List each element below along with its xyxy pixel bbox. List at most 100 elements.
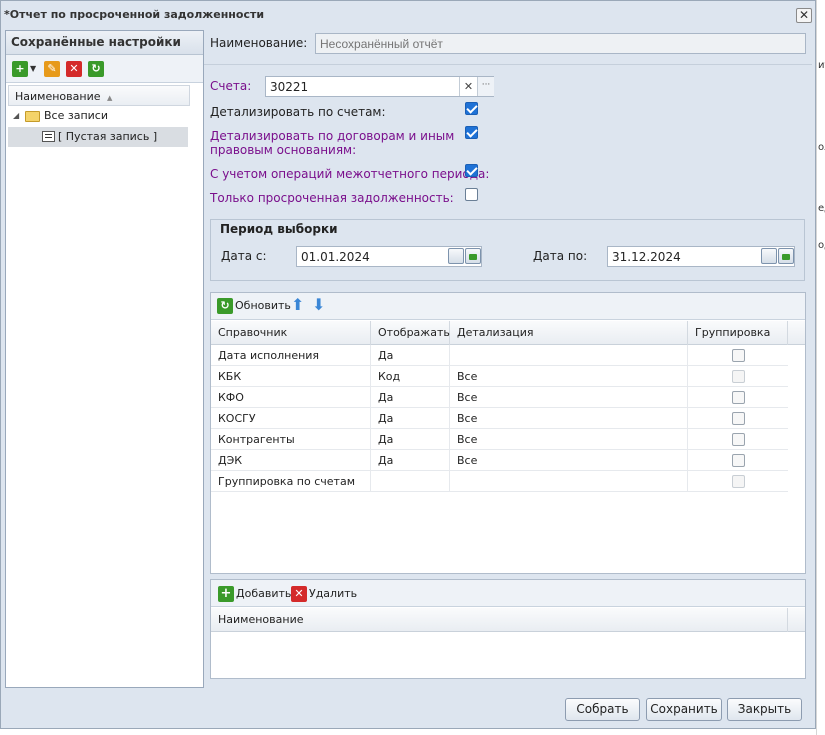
tree-column-header[interactable]: Наименование ▲ xyxy=(8,85,190,106)
name-label: Наименование: xyxy=(210,36,308,50)
cell-reference: КФО xyxy=(211,387,371,408)
date-pick-arrow-icon[interactable] xyxy=(778,248,794,264)
add-icon[interactable]: + xyxy=(12,61,28,77)
cell-detail[interactable] xyxy=(450,345,688,366)
cell-display[interactable]: Код xyxy=(371,366,450,387)
tree-item-label: Все записи xyxy=(44,109,108,122)
cell-detail[interactable]: Все xyxy=(450,387,688,408)
cell-display[interactable]: Да xyxy=(371,450,450,471)
more-options-button[interactable]: ··· xyxy=(477,77,494,96)
refresh-icon[interactable]: ↻ xyxy=(217,298,233,314)
checkbox-detail-accounts[interactable] xyxy=(465,102,478,115)
date-to-value: 31.12.2024 xyxy=(612,250,681,264)
cell-reference: Дата исполнения xyxy=(211,345,371,366)
dropdown-arrow-icon[interactable]: ▼ xyxy=(30,64,36,73)
col-header-grouping[interactable]: Группировка xyxy=(688,321,788,345)
checkbox-detail-contracts[interactable] xyxy=(465,126,478,139)
table-row[interactable]: Контрагенты Да Все xyxy=(211,429,788,450)
dimensions-grid-panel: ↻ Обновить ⬆ ⬇ Справочник Отображать Дет… xyxy=(210,292,806,574)
date-to-label: Дата по: xyxy=(533,249,588,263)
table-row[interactable]: Группировка по счетам xyxy=(211,471,788,492)
cell-display[interactable]: Да xyxy=(371,345,450,366)
checkbox-overdue-only[interactable] xyxy=(465,188,478,201)
grid-header: Справочник Отображать Детализация Группи… xyxy=(211,321,805,345)
col-header-reference[interactable]: Справочник xyxy=(211,321,371,345)
cell-reference: КБК xyxy=(211,366,371,387)
move-up-icon[interactable]: ⬆ xyxy=(291,297,304,313)
table-row[interactable]: Дата исполнения Да xyxy=(211,345,788,366)
cell-detail[interactable]: Все xyxy=(450,366,688,387)
collect-button[interactable]: Собрать xyxy=(565,698,640,721)
col-header-detail[interactable]: Детализация xyxy=(450,321,688,345)
background-cell: од xyxy=(818,240,825,251)
cell-detail[interactable]: Все xyxy=(450,450,688,471)
tree-item-label: [ Пустая запись ] xyxy=(58,130,158,143)
close-button[interactable]: Закрыть xyxy=(727,698,802,721)
grouping-checkbox xyxy=(732,370,745,383)
cell-reference: Контрагенты xyxy=(211,429,371,450)
items-panel: + Добавить ✕ Удалить Наименование xyxy=(210,579,806,679)
delete-button[interactable]: Удалить xyxy=(309,587,357,600)
check-label-detail-contracts-line2: правовым основаниям: xyxy=(210,143,357,157)
cell-detail[interactable]: Все xyxy=(450,429,688,450)
date-pick-arrow-icon[interactable] xyxy=(465,248,481,264)
folder-icon xyxy=(25,111,40,122)
accounts-label: Счета: xyxy=(210,79,252,93)
saved-settings-title: Сохранённые настройки xyxy=(6,31,203,55)
col-header-name[interactable]: Наименование xyxy=(211,608,788,632)
grouping-checkbox[interactable] xyxy=(732,412,745,425)
grouping-checkbox[interactable] xyxy=(732,454,745,467)
add-icon[interactable]: + xyxy=(218,586,234,602)
delete-icon[interactable]: ✕ xyxy=(66,61,82,77)
date-from-label: Дата с: xyxy=(221,249,267,263)
clear-icon[interactable]: ✕ xyxy=(459,77,477,96)
expand-triangle-icon[interactable]: ◢ xyxy=(13,106,19,126)
report-name-input[interactable] xyxy=(315,33,806,54)
table-row[interactable]: КБК Код Все xyxy=(211,366,788,387)
cell-reference: Группировка по счетам xyxy=(211,471,371,492)
tree-column-label: Наименование xyxy=(15,90,101,103)
tree-item-all-records[interactable]: ◢ Все записи xyxy=(8,106,190,126)
calendar-icon[interactable] xyxy=(761,248,777,264)
period-legend: Период выборки xyxy=(220,222,338,236)
background-cell: ол xyxy=(818,142,825,153)
checkbox-interperiod[interactable] xyxy=(465,164,478,177)
refresh-button[interactable]: Обновить xyxy=(235,299,291,312)
dialog-title: *Отчет по просроченной задолженности xyxy=(4,8,265,21)
saved-settings-panel: Сохранённые настройки + ▼ ✎ ✕ ↻ Наименов… xyxy=(5,30,204,688)
table-row[interactable]: ДЭК Да Все xyxy=(211,450,788,471)
grouping-checkbox[interactable] xyxy=(732,433,745,446)
delete-icon[interactable]: ✕ xyxy=(291,586,307,602)
check-label-detail-accounts: Детализировать по счетам: xyxy=(210,105,386,119)
divider xyxy=(204,64,812,65)
cell-display[interactable]: Да xyxy=(371,408,450,429)
refresh-icon[interactable]: ↻ xyxy=(88,61,104,77)
add-button[interactable]: Добавить xyxy=(236,587,291,600)
grid-body: Дата исполнения Да КБК Код Все КФО Да Вс… xyxy=(211,345,805,493)
background-cell: ит xyxy=(818,60,825,71)
cell-display[interactable] xyxy=(371,471,450,492)
table-row[interactable]: КФО Да Все xyxy=(211,387,788,408)
cell-detail[interactable] xyxy=(450,471,688,492)
move-down-icon[interactable]: ⬇ xyxy=(312,297,325,313)
accounts-value: 30221 xyxy=(270,80,309,94)
check-label-overdue-only: Только просроченная задолженность: xyxy=(210,191,454,205)
col-header-display[interactable]: Отображать xyxy=(371,321,450,345)
calendar-icon[interactable] xyxy=(448,248,464,264)
cell-detail[interactable]: Все xyxy=(450,408,688,429)
save-button[interactable]: Сохранить xyxy=(646,698,722,721)
cell-reference: ДЭК xyxy=(211,450,371,471)
table-row[interactable]: КОСГУ Да Все xyxy=(211,408,788,429)
check-label-interperiod: С учетом операций межотчетного периода: xyxy=(210,167,490,181)
edit-icon[interactable]: ✎ xyxy=(44,61,60,77)
mouse-cursor-icon xyxy=(61,390,79,410)
background-app-strip xyxy=(816,0,825,735)
grouping-checkbox[interactable] xyxy=(732,391,745,404)
check-label-detail-contracts: Детализировать по договорам и иным xyxy=(210,129,455,143)
record-icon xyxy=(42,131,55,142)
close-icon[interactable]: ✕ xyxy=(796,8,812,23)
cell-display[interactable]: Да xyxy=(371,429,450,450)
tree-item-empty-record[interactable]: [ Пустая запись ] xyxy=(8,127,188,147)
cell-display[interactable]: Да xyxy=(371,387,450,408)
grouping-checkbox[interactable] xyxy=(732,349,745,362)
